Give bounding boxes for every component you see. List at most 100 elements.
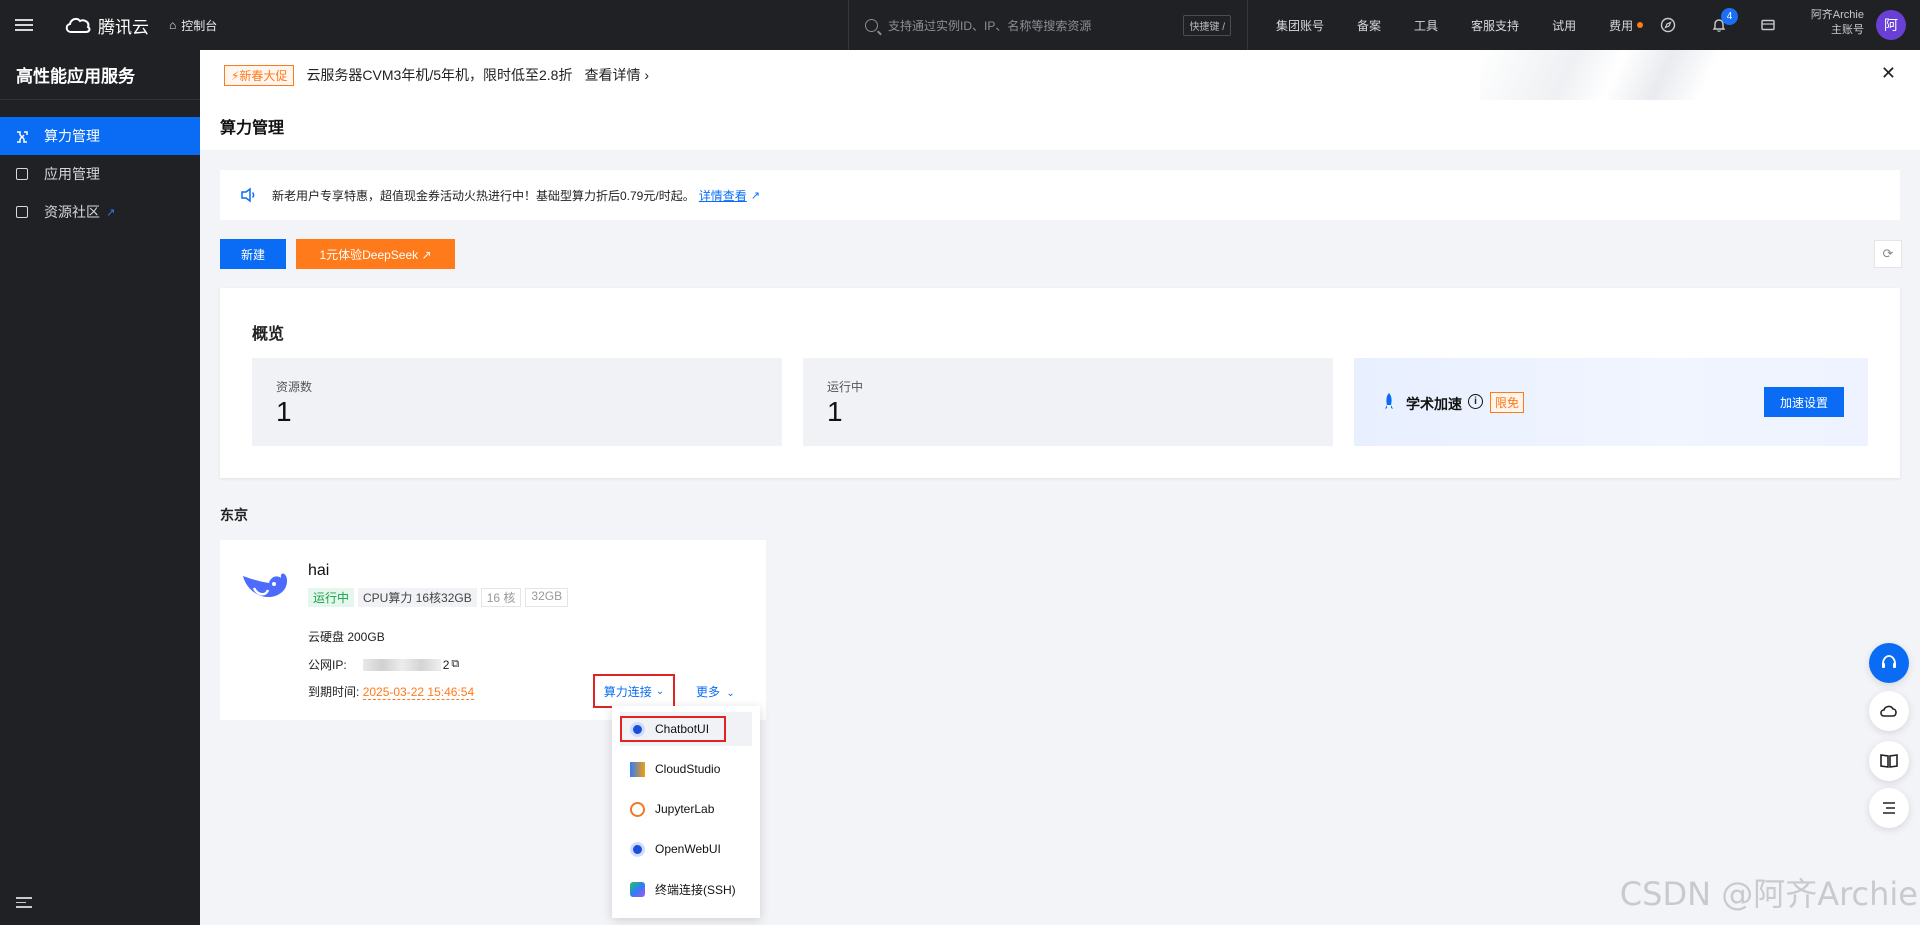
console-link[interactable]: ⌂ 控制台 xyxy=(169,17,217,34)
cores-tag: 16 核 xyxy=(480,588,522,607)
promo-banner: ⚡新春大促 云服务器CVM3年机/5年机，限时低至2.8折 查看详情 › ✕ xyxy=(200,50,1920,100)
ip-suffix: 2 xyxy=(442,657,450,672)
connect-label: 算力连接 xyxy=(603,684,652,699)
running-label: 运行中 xyxy=(827,380,864,394)
user-info[interactable]: 阿齐Archie 主账号 xyxy=(1800,8,1864,38)
info-icon[interactable]: i xyxy=(1468,394,1483,409)
dropdown-item-cloudstudio[interactable]: CloudStudio xyxy=(620,752,752,786)
logo[interactable]: 腾讯云 xyxy=(64,13,149,38)
community-icon xyxy=(16,206,28,218)
customer-service-icon[interactable] xyxy=(1869,643,1909,683)
external-link-icon: ↗ xyxy=(106,206,116,219)
top-link-group-account[interactable]: 集团账号 xyxy=(1276,17,1324,34)
deepseek-trial-button[interactable]: 1元体验DeepSeek ↗ xyxy=(296,239,455,269)
top-links: 集团账号 备案 工具 客服支持 试用 费用 xyxy=(1276,0,1644,50)
accel-settings-button[interactable]: 加速设置 xyxy=(1764,387,1844,417)
shortcut-hint: 快捷键 / xyxy=(1183,14,1231,36)
academic-accel-card: 学术加速 i 限免 加速设置 xyxy=(1354,358,1868,446)
top-link-trial[interactable]: 试用 xyxy=(1552,17,1576,34)
instance-card: hai 运行中 CPU算力 16核32GB 16 核 32GB 云硬盘 200G… xyxy=(220,540,766,720)
logo-text: 腾讯云 xyxy=(98,17,149,37)
promo-text: 云服务器CVM3年机/5年机，限时低至2.8折 xyxy=(306,67,573,83)
free-badge: 限免 xyxy=(1490,392,1525,413)
speaker-icon xyxy=(241,187,255,203)
top-link-billing[interactable]: 费用 xyxy=(1609,17,1633,34)
menu-icon[interactable] xyxy=(0,0,48,50)
title-band xyxy=(200,100,1920,150)
public-ip-row: 公网IP: 2 ⧉ xyxy=(308,656,459,673)
compass-icon[interactable] xyxy=(1658,15,1678,35)
notice-text: 新老用户专享特惠，超值现金券活动火热进行中！基础型算力折后0.79元/时起。 xyxy=(272,188,695,203)
status-badge: 运行中 xyxy=(308,588,355,607)
spec-tag: CPU算力 16核32GB xyxy=(358,588,477,607)
promo-more-link[interactable]: 查看详情 › xyxy=(584,65,649,85)
sidebar-item-compute[interactable]: 算力管理 xyxy=(0,117,200,155)
terminal-icon xyxy=(630,881,645,897)
top-bar: 腾讯云 ⌂ 控制台 支持通过实例ID、IP、名称等搜索资源 快捷键 / 集团账号… xyxy=(0,0,1920,50)
watermark: CSDN @阿齐Archie xyxy=(1619,875,1918,913)
book-icon[interactable] xyxy=(1869,741,1909,781)
collapse-sidebar-icon[interactable] xyxy=(16,894,32,911)
sidebar-title: 高性能应用服务 xyxy=(0,50,200,100)
cloudstudio-icon xyxy=(630,761,645,777)
sidebar-item-label: 应用管理 xyxy=(44,166,100,182)
user-name: 阿齐Archie xyxy=(1810,9,1864,21)
resources-card: 资源数 1 xyxy=(252,358,782,446)
more-button[interactable]: 更多 ⌄ xyxy=(696,683,735,700)
billing-dot xyxy=(1637,22,1644,28)
main-content: ⚡新春大促 云服务器CVM3年机/5年机，限时低至2.8折 查看详情 › ✕ 算… xyxy=(200,50,1920,925)
cloud-upload-icon[interactable] xyxy=(1869,691,1909,731)
sidebar-item-label: 资源社区 xyxy=(44,204,100,220)
sidebar-item-apps[interactable]: 应用管理 xyxy=(0,155,200,193)
top-link-tools[interactable]: 工具 xyxy=(1414,17,1438,34)
dropdown-item-label: CloudStudio xyxy=(655,762,721,776)
expire-row: 到期时间: 2025-03-22 15:46:54 xyxy=(308,683,475,700)
instance-tags: 运行中 CPU算力 16核32GB 16 核 32GB xyxy=(308,588,569,607)
resources-value: 1 xyxy=(276,396,292,427)
compute-connect-button[interactable]: 算力连接 ⌄ xyxy=(593,674,675,708)
search-icon xyxy=(865,18,878,32)
dropdown-item-label: 终端连接(SSH) xyxy=(655,882,736,897)
running-card: 运行中 1 xyxy=(803,358,1333,446)
jupyter-icon xyxy=(630,801,645,817)
copy-icon[interactable]: ⧉ xyxy=(451,658,459,671)
global-search[interactable]: 支持通过实例ID、IP、名称等搜索资源 快捷键 / xyxy=(848,0,1248,50)
list-icon[interactable] xyxy=(1869,788,1909,828)
close-icon[interactable]: ✕ xyxy=(1881,63,1896,84)
external-link-icon: ↗ xyxy=(750,189,760,202)
highlight-box xyxy=(620,716,726,742)
overview-title: 概览 xyxy=(252,326,285,343)
chevron-down-icon: ⌄ xyxy=(655,685,665,697)
instance-name[interactable]: hai xyxy=(308,562,329,580)
refresh-icon[interactable]: ⟳ xyxy=(1874,240,1902,268)
top-link-support[interactable]: 客服支持 xyxy=(1471,17,1519,34)
dropdown-item-openwebui[interactable]: OpenWebUI xyxy=(620,832,752,866)
disk-info: 云硬盘 200GB xyxy=(308,630,385,644)
accel-name: 学术加速 xyxy=(1406,396,1462,412)
compute-icon xyxy=(16,130,28,143)
dropdown-item-label: JupyterLab xyxy=(655,802,715,816)
top-link-filing[interactable]: 备案 xyxy=(1357,17,1381,34)
avatar[interactable]: 阿 xyxy=(1876,10,1906,40)
connect-dropdown: ChatbotUI CloudStudio JupyterLab OpenWeb… xyxy=(612,706,760,918)
deepseek-whale-icon xyxy=(243,573,288,598)
overview-panel: 概览 资源数 1 运行中 1 学术加速 i 限免 加速设置 xyxy=(220,288,1900,478)
ip-redacted xyxy=(362,658,441,671)
promo-tag: ⚡新春大促 xyxy=(224,64,295,86)
dropdown-item-jupyterlab[interactable]: JupyterLab xyxy=(620,792,752,826)
expire-label: 到期时间: xyxy=(308,685,360,699)
user-role: 主账号 xyxy=(1831,24,1864,36)
resources-label: 资源数 xyxy=(276,380,313,394)
notice-detail-link[interactable]: 详情查看 xyxy=(699,187,747,204)
page-title: 算力管理 xyxy=(220,120,285,137)
sidebar-item-community[interactable]: 资源社区 ↗ xyxy=(0,193,200,231)
ticket-icon[interactable] xyxy=(1758,15,1778,35)
dropdown-item-label: OpenWebUI xyxy=(655,842,721,856)
dropdown-item-ssh[interactable]: 终端连接(SSH) xyxy=(620,872,752,906)
notification-badge: 4 xyxy=(1721,8,1738,25)
home-icon: ⌂ xyxy=(169,18,177,32)
sidebar: 高性能应用服务 算力管理 应用管理 资源社区 ↗ xyxy=(0,50,200,925)
notice-bar: 新老用户专享特惠，超值现金券活动火热进行中！基础型算力折后0.79元/时起。 详… xyxy=(220,170,1900,220)
rocket-icon xyxy=(1385,393,1393,409)
new-button[interactable]: 新建 xyxy=(220,239,286,269)
